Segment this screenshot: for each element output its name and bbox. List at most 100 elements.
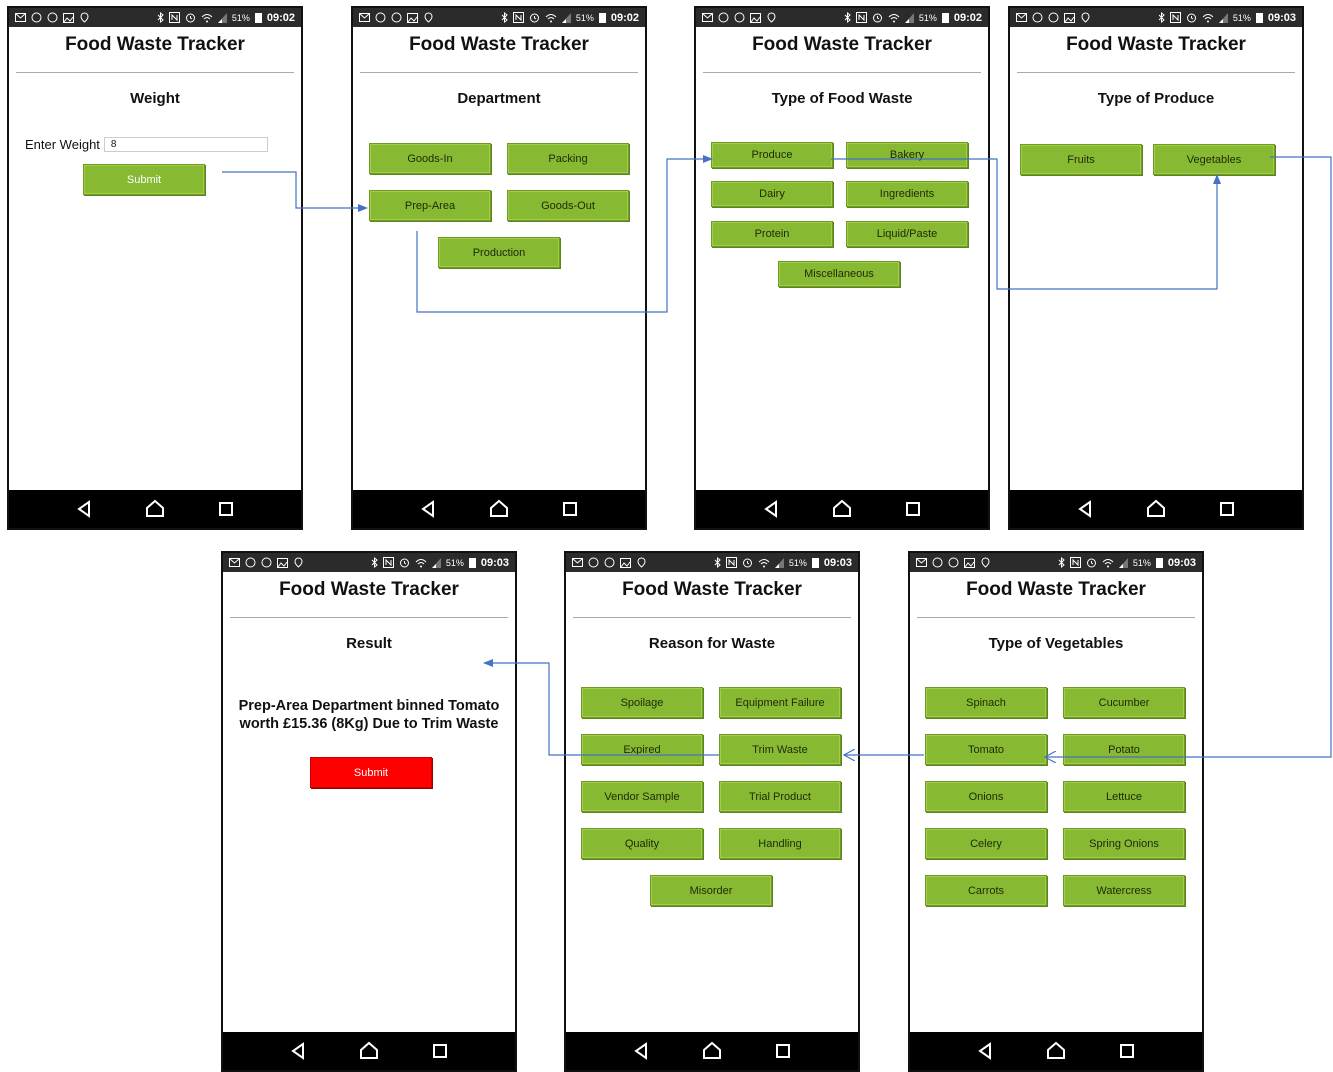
mail-icon [1016, 13, 1027, 22]
app-icon [1048, 12, 1059, 23]
mail-icon [359, 13, 370, 22]
lettuce-button[interactable]: Lettuce [1063, 781, 1185, 812]
recents-icon[interactable] [901, 497, 925, 521]
screen-department: 51% 09:02 Food Waste Tracker Department … [351, 6, 647, 530]
goods-out-button[interactable]: Goods-Out [507, 190, 629, 221]
back-icon[interactable] [286, 1039, 310, 1063]
carrots-button[interactable]: Carrots [925, 875, 1047, 906]
signal-icon [561, 12, 571, 23]
image-icon [1064, 12, 1075, 23]
nfc-icon [855, 12, 867, 23]
trial-product-button[interactable]: Trial Product [719, 781, 841, 812]
cucumber-button[interactable]: Cucumber [1063, 687, 1185, 718]
nfc-icon [382, 557, 394, 568]
back-icon[interactable] [973, 1039, 997, 1063]
home-icon[interactable] [830, 497, 854, 521]
recents-icon[interactable] [1215, 497, 1239, 521]
app-icon [245, 557, 256, 568]
spoilage-button[interactable]: Spoilage [581, 687, 703, 718]
alarm-icon [872, 13, 882, 23]
protein-button[interactable]: Protein [711, 221, 833, 247]
spring-onions-button[interactable]: Spring Onions [1063, 828, 1185, 859]
result-message: Prep-Area Department binned Tomato worth… [238, 698, 500, 732]
nav-bar [1010, 490, 1302, 528]
app-icon [932, 557, 943, 568]
back-icon[interactable] [629, 1039, 653, 1063]
section-title: Weight [130, 90, 180, 107]
nav-bar [9, 490, 301, 528]
vegetables-button[interactable]: Vegetables [1153, 144, 1275, 175]
submit-button[interactable]: Submit [310, 757, 432, 788]
recents-icon[interactable] [428, 1039, 452, 1063]
nfc-icon [1069, 557, 1081, 568]
expired-button[interactable]: Expired [581, 734, 703, 765]
battery-percent: 51% [231, 12, 250, 23]
nav-bar [223, 1032, 515, 1070]
app-icon [734, 12, 745, 23]
tomato-button[interactable]: Tomato [925, 734, 1047, 765]
fruits-button[interactable]: Fruits [1020, 144, 1142, 175]
recents-icon[interactable] [771, 1039, 795, 1063]
signal-icon [1218, 12, 1228, 23]
onions-button[interactable]: Onions [925, 781, 1047, 812]
recents-icon[interactable] [214, 497, 238, 521]
packing-button[interactable]: Packing [507, 143, 629, 174]
status-bar: 51% 09:02 [696, 8, 988, 27]
bluetooth-icon [1158, 12, 1165, 23]
clock: 09:02 [266, 11, 295, 24]
watercress-button[interactable]: Watercress [1063, 875, 1185, 906]
recents-icon[interactable] [558, 497, 582, 521]
signal-icon [1118, 557, 1128, 568]
potato-button[interactable]: Potato [1063, 734, 1185, 765]
produce-button[interactable]: Produce [711, 142, 833, 168]
wifi-icon [888, 13, 900, 22]
mail-icon [916, 558, 927, 567]
back-icon[interactable] [759, 497, 783, 521]
vendor-sample-button[interactable]: Vendor Sample [581, 781, 703, 812]
back-icon[interactable] [416, 497, 440, 521]
wifi-icon [415, 558, 427, 567]
celery-button[interactable]: Celery [925, 828, 1047, 859]
home-icon[interactable] [487, 497, 511, 521]
home-icon[interactable] [357, 1039, 381, 1063]
battery-percent: 51% [445, 557, 464, 568]
image-icon [407, 12, 418, 23]
goods-in-button[interactable]: Goods-In [369, 143, 491, 174]
weight-input[interactable]: 8 [103, 137, 268, 152]
handling-button[interactable]: Handling [719, 828, 841, 859]
bluetooth-icon [371, 557, 378, 568]
prep-area-button[interactable]: Prep-Area [369, 190, 491, 221]
dairy-button[interactable]: Dairy [711, 181, 833, 207]
nfc-icon [725, 557, 737, 568]
wifi-icon [201, 13, 213, 22]
equipment-failure-button[interactable]: Equipment Failure [719, 687, 841, 718]
battery-icon [1155, 558, 1163, 568]
divider [573, 617, 851, 618]
home-icon[interactable] [1144, 497, 1168, 521]
image-icon [620, 557, 631, 568]
section-title: Reason for Waste [648, 635, 776, 652]
screen-weight: 51% 09:02 Food Waste Tracker Weight Ente… [7, 6, 303, 530]
spinach-button[interactable]: Spinach [925, 687, 1047, 718]
battery-icon [468, 558, 476, 568]
back-icon[interactable] [72, 497, 96, 521]
ingredients-button[interactable]: Ingredients [846, 181, 968, 207]
home-icon[interactable] [143, 497, 167, 521]
liquid-paste-button[interactable]: Liquid/Paste [846, 221, 968, 247]
section-title: Type of Produce [1097, 90, 1215, 107]
trim-waste-button[interactable]: Trim Waste [719, 734, 841, 765]
status-bar: 51% 09:03 [566, 553, 858, 572]
misorder-button[interactable]: Misorder [650, 875, 772, 906]
screen-vegetables: 51% 09:03 Food Waste Tracker Type of Veg… [908, 551, 1204, 1072]
recents-icon[interactable] [1115, 1039, 1139, 1063]
production-button[interactable]: Production [438, 237, 560, 268]
submit-button[interactable]: Submit [83, 164, 205, 195]
bakery-button[interactable]: Bakery [846, 142, 968, 168]
home-icon[interactable] [1044, 1039, 1068, 1063]
home-icon[interactable] [700, 1039, 724, 1063]
miscellaneous-button[interactable]: Miscellaneous [778, 261, 900, 287]
bluetooth-icon [1058, 557, 1065, 568]
back-icon[interactable] [1073, 497, 1097, 521]
clock: 09:03 [823, 556, 852, 569]
quality-button[interactable]: Quality [581, 828, 703, 859]
